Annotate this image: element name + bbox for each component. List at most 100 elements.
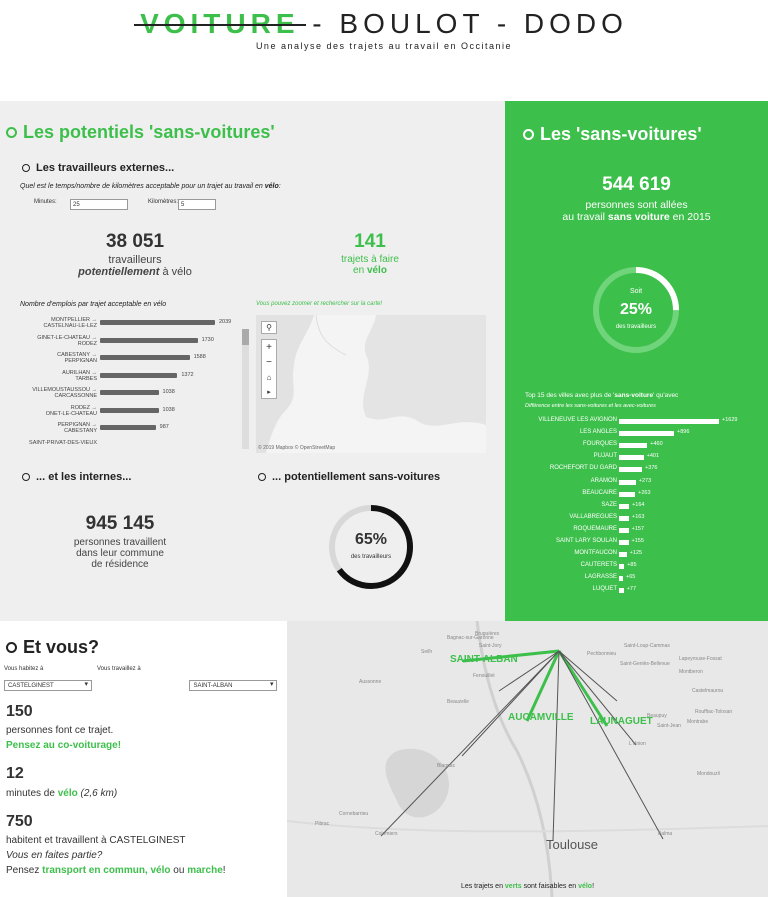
top15-label: ROQUEMAURE bbox=[573, 525, 617, 532]
city-label: Beauzelle bbox=[447, 699, 469, 705]
internes-l2: dans leur commune bbox=[76, 548, 164, 559]
home-icon[interactable]: ⌂ bbox=[262, 370, 276, 385]
top15-bar[interactable] bbox=[619, 479, 636, 485]
top15-row[interactable]: LAGRASSE +65 bbox=[505, 572, 768, 584]
bar-row[interactable]: PERPIGNAN → CABESTANY 987 bbox=[0, 422, 240, 436]
top15-row[interactable]: MONTFAUCON +125 bbox=[505, 548, 768, 560]
map-hint: Vous pouvez zoomer et rechercher sur la … bbox=[256, 301, 383, 307]
advice-post: ! bbox=[222, 865, 226, 876]
workers-line1: travailleurs bbox=[108, 254, 162, 266]
top15-row[interactable]: LES ANGLES +896 bbox=[505, 427, 768, 439]
top15-bar[interactable] bbox=[619, 515, 629, 521]
chart-scrollbar-thumb[interactable] bbox=[242, 329, 249, 345]
top15-row[interactable]: SAZE +164 bbox=[505, 500, 768, 512]
city-label: Rouffiac-Tolosan bbox=[695, 709, 733, 715]
top15-bar[interactable] bbox=[619, 443, 648, 449]
play-icon[interactable]: ▸ bbox=[262, 385, 276, 400]
top15-value: +401 bbox=[646, 453, 659, 460]
top15-row[interactable]: ARAMON +273 bbox=[505, 476, 768, 488]
zoom-in-icon[interactable]: + bbox=[262, 340, 276, 355]
jobs-bar-chart[interactable]: MONTPELLIER → CASTELNAU-LE-LEZ 2039 GINET-L… bbox=[0, 313, 250, 453]
workers-bold: potentiellement bbox=[78, 266, 160, 278]
trips-pre: en bbox=[353, 265, 367, 276]
city-label: Saint-Geniès-Bellevue bbox=[620, 661, 670, 667]
zoom-out-icon[interactable]: − bbox=[262, 355, 276, 370]
top15-bar-chart[interactable]: VILLENEUVE LES AVIGNON +1629 LES ANGLES +89… bbox=[505, 415, 768, 605]
bar[interactable] bbox=[100, 372, 178, 378]
top15-value: +77 bbox=[626, 586, 637, 593]
top15-label: ROCHEFORT DU GARD bbox=[549, 465, 617, 472]
top15-bar[interactable] bbox=[619, 527, 629, 533]
bar-row[interactable]: VILLEMOUSTAUSSOU → CARCASSONNE 1038 bbox=[0, 387, 240, 401]
bar[interactable] bbox=[100, 355, 190, 360]
potentials-title: Les potentiels 'sans-voitures' bbox=[6, 122, 275, 143]
top15-row[interactable]: ROCHEFORT DU GARD +376 bbox=[505, 463, 768, 475]
trips-line1: trajets à faire bbox=[341, 254, 399, 265]
km-input[interactable]: 5 bbox=[178, 199, 216, 210]
top15-bar[interactable] bbox=[619, 455, 644, 461]
donut-sub: des travailleurs bbox=[615, 324, 657, 330]
top15-value: +164 bbox=[632, 501, 645, 508]
circle-bullet-icon bbox=[258, 473, 266, 481]
top15-row[interactable]: VALLABREGUES +163 bbox=[505, 512, 768, 524]
top15-row[interactable]: FOURQUES +460 bbox=[505, 439, 768, 451]
bar[interactable] bbox=[100, 425, 156, 430]
bar[interactable] bbox=[100, 337, 198, 343]
app-title: VOITURE - BOULOT - DODO bbox=[0, 8, 768, 40]
bar[interactable] bbox=[100, 320, 215, 325]
habitez-select[interactable]: CASTELGINEST bbox=[4, 680, 92, 691]
sans-voitures-kpi: 544 619 personnes sont allées au travail… bbox=[505, 174, 768, 223]
top15-bold: sans-voiture bbox=[614, 392, 654, 399]
city-label: Seilh bbox=[421, 649, 433, 655]
top15-bar[interactable] bbox=[619, 576, 623, 582]
search-icon[interactable]: ⚲ bbox=[261, 321, 277, 334]
top15-bar[interactable] bbox=[619, 431, 674, 437]
internes-title-text: ... et les internes... bbox=[36, 471, 132, 483]
top15-bar[interactable] bbox=[619, 419, 719, 424]
top15-bar[interactable] bbox=[619, 467, 643, 473]
et-vous-title: Et vous? bbox=[6, 637, 99, 658]
top15-bar[interactable] bbox=[619, 588, 624, 594]
donut-soit: Soit bbox=[629, 288, 643, 295]
minutes-input[interactable]: 25 bbox=[70, 199, 128, 210]
top15-row[interactable]: CAUTERETS +85 bbox=[505, 560, 768, 572]
bar-row[interactable]: CABESTANY → PERPIGNAN 1588 bbox=[0, 352, 240, 366]
bar-row[interactable]: MONTPELLIER → CASTELNAU-LE-LEZ 2039 bbox=[0, 317, 240, 331]
top15-row[interactable]: ROQUEMAURE +157 bbox=[505, 524, 768, 536]
trips-map[interactable]: Bagnac-sur-Garonne Saint-Jory Bruguières Fe… bbox=[287, 621, 768, 897]
workers-rest: à vélo bbox=[159, 266, 192, 278]
bar-row[interactable]: SAINT-PRIVAT-DES-VIEUX bbox=[0, 440, 240, 454]
map-legend: Les trajets en verts sont faisables en v… bbox=[287, 883, 768, 890]
chart-scrollbar[interactable] bbox=[242, 329, 249, 449]
top15-value: +85 bbox=[627, 562, 637, 569]
advice-mid: ou bbox=[170, 865, 188, 876]
top15-bar[interactable] bbox=[619, 552, 627, 558]
top15-bar[interactable] bbox=[619, 491, 636, 497]
city-toulouse: Toulouse bbox=[546, 837, 599, 852]
potentiel-sub: des travailleurs bbox=[350, 554, 392, 560]
top15-row[interactable]: SAINT LARY SOULAN +155 bbox=[505, 536, 768, 548]
travaillez-select[interactable]: SAINT-ALBAN bbox=[189, 680, 278, 691]
bar[interactable] bbox=[100, 407, 159, 413]
top15-row[interactable]: PUJAUT +401 bbox=[505, 451, 768, 463]
bar-row[interactable]: GINET-LE-CHATEAU → RODEZ 1730 bbox=[0, 335, 240, 349]
city-label: Cornebarrieu bbox=[339, 811, 369, 817]
potentials-panel: Les potentiels 'sans-voitures' Les trava… bbox=[0, 101, 505, 621]
bar-value: 1588 bbox=[193, 354, 206, 360]
top15-row[interactable]: BEAUCAIRE +263 bbox=[505, 488, 768, 500]
bar-row[interactable]: AURILHAN → TARBES 1372 bbox=[0, 370, 240, 384]
circle-bullet-icon bbox=[6, 127, 17, 138]
top15-row[interactable]: LUQUET +77 bbox=[505, 584, 768, 596]
bar-row[interactable]: RODEZ → ONET-LE-CHATEAU 1038 bbox=[0, 405, 240, 419]
top15-label: BEAUCAIRE bbox=[582, 489, 617, 496]
sans-voitures-l1: personnes sont allées bbox=[585, 199, 688, 211]
km-label: Kilomètres: bbox=[148, 199, 179, 205]
trajet-text: personnes font ce trajet. bbox=[6, 725, 114, 736]
map-credit: © 2019 Mapbox © OpenStreetMap bbox=[258, 445, 336, 451]
bar[interactable] bbox=[100, 390, 159, 395]
top15-bar[interactable] bbox=[619, 540, 629, 545]
top15-row[interactable]: VILLENEUVE LES AVIGNON +1629 bbox=[505, 415, 768, 427]
top15-bar[interactable] bbox=[619, 564, 625, 570]
top15-bar[interactable] bbox=[619, 503, 630, 509]
regional-map[interactable]: ⚲ + − ⌂ ▸ © 2019 Mapbox © OpenStreetMap bbox=[256, 315, 486, 453]
